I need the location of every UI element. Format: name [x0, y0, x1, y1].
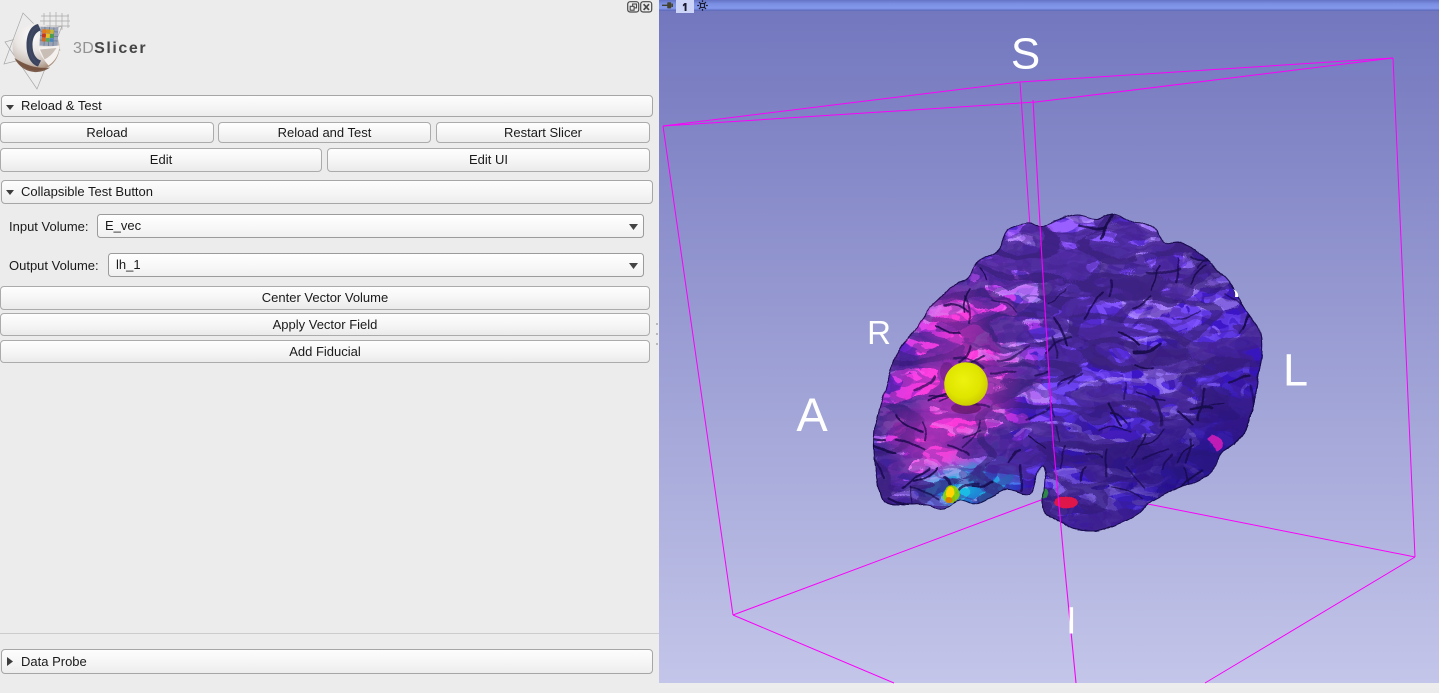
svg-text:A: A — [796, 388, 828, 441]
svg-text:S: S — [1011, 30, 1040, 79]
svg-text:I: I — [1066, 601, 1077, 643]
svg-text:L: L — [1283, 345, 1308, 396]
svg-text:R: R — [867, 314, 891, 351]
